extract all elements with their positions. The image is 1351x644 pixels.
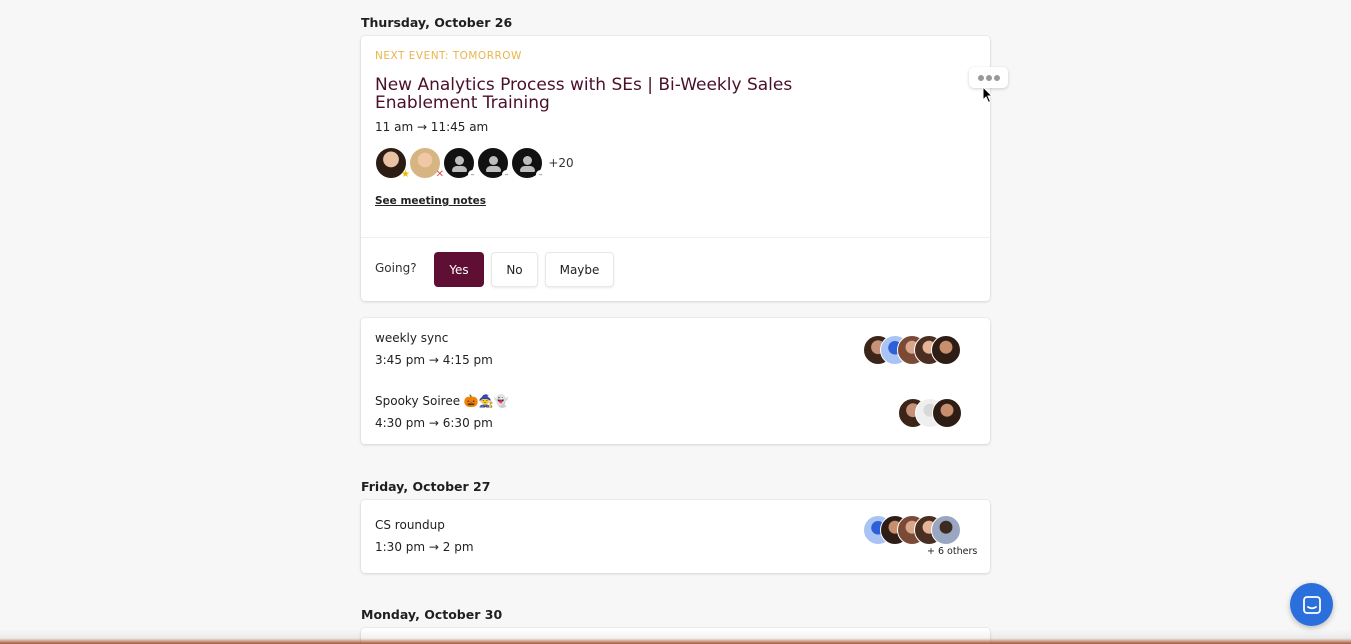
meeting-notes-link[interactable]: See meeting notes xyxy=(375,195,486,207)
dot-icon xyxy=(977,74,984,81)
event-time: 11 am → 11:45 am xyxy=(375,120,489,134)
attendee-stack[interactable] xyxy=(863,335,961,365)
day-heading-monday: Monday, October 30 xyxy=(361,607,503,622)
event-name: CS roundup xyxy=(375,518,445,532)
no-response-icon: – xyxy=(502,170,511,179)
chat-icon xyxy=(1302,595,1321,614)
event-time: 3:45 pm → 4:15 pm xyxy=(375,353,493,367)
rsvp-no-button[interactable]: No xyxy=(491,252,538,287)
avatar xyxy=(931,515,961,545)
event-time: 4:30 pm → 6:30 pm xyxy=(375,416,493,430)
day-heading-friday: Friday, October 27 xyxy=(361,479,491,494)
event-list-card: CS roundup 1:30 pm → 2 pm + 6 others xyxy=(361,500,990,573)
rsvp-maybe-button[interactable]: Maybe xyxy=(545,252,614,287)
event-list-card: weekly sync 3:45 pm → 4:15 pm Spooky Soi… xyxy=(361,318,990,444)
chat-support-button[interactable] xyxy=(1290,583,1333,626)
dot-icon xyxy=(985,74,992,81)
going-label: Going? xyxy=(375,261,417,275)
avatar xyxy=(932,398,962,428)
more-options-button[interactable] xyxy=(969,67,1008,88)
no-response-icon: – xyxy=(536,170,545,179)
window-bottom-edge xyxy=(0,630,1351,644)
avatar[interactable]: ✕ xyxy=(409,147,444,180)
avatar[interactable]: – xyxy=(511,147,545,179)
others-count[interactable]: + 6 others xyxy=(927,546,977,557)
event-row-cs-roundup[interactable]: CS roundup 1:30 pm → 2 pm xyxy=(375,518,474,554)
avatar[interactable]: – xyxy=(477,147,511,179)
declined-icon: ✕ xyxy=(435,169,444,180)
event-name: Spooky Soiree 🎃🧙👻 xyxy=(375,394,509,408)
event-row-spooky-soiree[interactable]: Spooky Soiree 🎃🧙👻 4:30 pm → 6:30 pm xyxy=(375,394,509,430)
attendee-stack[interactable] xyxy=(898,398,962,428)
next-event-label: NEXT EVENT: TOMORROW xyxy=(375,50,522,62)
event-title[interactable]: New Analytics Process with SEs | Bi-Week… xyxy=(375,76,815,112)
avatar xyxy=(931,335,961,365)
avatar[interactable]: – xyxy=(443,147,477,179)
attendee-list[interactable]: ★ ✕ – – – +20 xyxy=(375,147,577,180)
attendee-stack[interactable] xyxy=(863,515,961,545)
star-icon: ★ xyxy=(401,169,410,180)
no-response-icon: – xyxy=(468,170,477,179)
event-row-weekly-sync[interactable]: weekly sync 3:45 pm → 4:15 pm xyxy=(375,331,493,367)
divider xyxy=(361,237,990,238)
mouse-cursor-icon xyxy=(982,86,994,104)
day-heading-thursday: Thursday, October 26 xyxy=(361,15,513,30)
rsvp-yes-button[interactable]: Yes xyxy=(434,252,484,287)
more-attendees-count[interactable]: +20 xyxy=(545,147,577,179)
avatar[interactable]: ★ xyxy=(375,147,410,180)
dot-icon xyxy=(993,74,1000,81)
featured-event-card[interactable]: NEXT EVENT: TOMORROW New Analytics Proce… xyxy=(361,36,1008,301)
event-name: weekly sync xyxy=(375,331,449,345)
event-time: 1:30 pm → 2 pm xyxy=(375,540,474,554)
